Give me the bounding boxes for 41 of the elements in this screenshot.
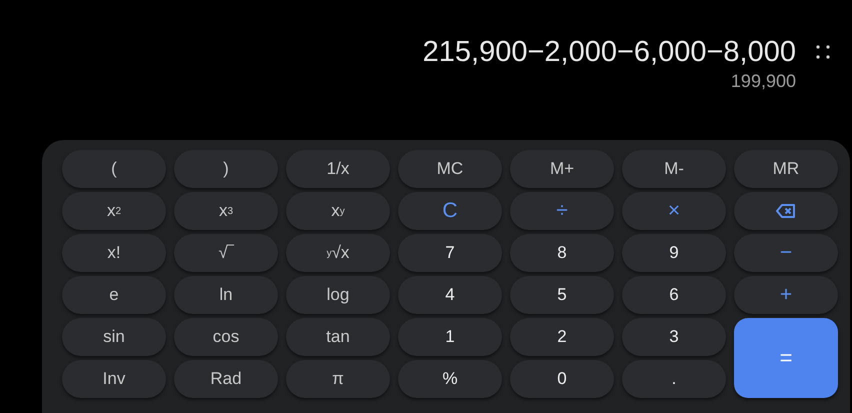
digit-key[interactable]: 2 — [510, 318, 614, 356]
function-key[interactable]: 1/x — [286, 150, 390, 188]
digit-key[interactable]: 6 — [622, 276, 726, 314]
digit-key[interactable]: 1 — [398, 318, 502, 356]
function-key[interactable]: MC — [398, 150, 502, 188]
function-key[interactable]: tan — [286, 318, 390, 356]
backspace-key[interactable] — [734, 192, 838, 230]
operator-key[interactable]: − — [734, 234, 838, 272]
operator-key[interactable]: ÷ — [510, 192, 614, 230]
function-key[interactable]: √‾ — [174, 234, 278, 272]
function-key[interactable]: Inv — [62, 360, 166, 398]
function-key[interactable]: log — [286, 276, 390, 314]
digit-key[interactable]: 3 — [622, 318, 726, 356]
digit-key[interactable]: 5 — [510, 276, 614, 314]
digit-key[interactable]: 8 — [510, 234, 614, 272]
function-key[interactable]: ln — [174, 276, 278, 314]
operator-key[interactable]: × — [622, 192, 726, 230]
digit-key[interactable]: 4 — [398, 276, 502, 314]
backspace-icon — [776, 204, 796, 218]
more-icon — [816, 44, 830, 60]
operator-key[interactable]: C — [398, 192, 502, 230]
result-text: 199,900 — [730, 70, 796, 92]
function-key[interactable]: ( — [62, 150, 166, 188]
function-key[interactable]: x! — [62, 234, 166, 272]
operator-key[interactable]: + — [734, 276, 838, 314]
digit-key[interactable]: 9 — [622, 234, 726, 272]
function-key[interactable]: M- — [622, 150, 726, 188]
digit-key[interactable]: % — [398, 360, 502, 398]
function-key[interactable]: e — [62, 276, 166, 314]
function-key[interactable]: π — [286, 360, 390, 398]
digit-key[interactable]: 7 — [398, 234, 502, 272]
function-key[interactable]: Rad — [174, 360, 278, 398]
digit-key[interactable]: . — [622, 360, 726, 398]
function-key[interactable]: sin — [62, 318, 166, 356]
expression-text: 215,900−2,000−6,000−8,000 — [422, 35, 796, 70]
function-key[interactable]: cos — [174, 318, 278, 356]
function-key[interactable]: M+ — [510, 150, 614, 188]
digit-key[interactable]: 0 — [510, 360, 614, 398]
function-key[interactable]: ) — [174, 150, 278, 188]
function-key[interactable]: MR — [734, 150, 838, 188]
equals-key[interactable]: = — [734, 318, 838, 398]
